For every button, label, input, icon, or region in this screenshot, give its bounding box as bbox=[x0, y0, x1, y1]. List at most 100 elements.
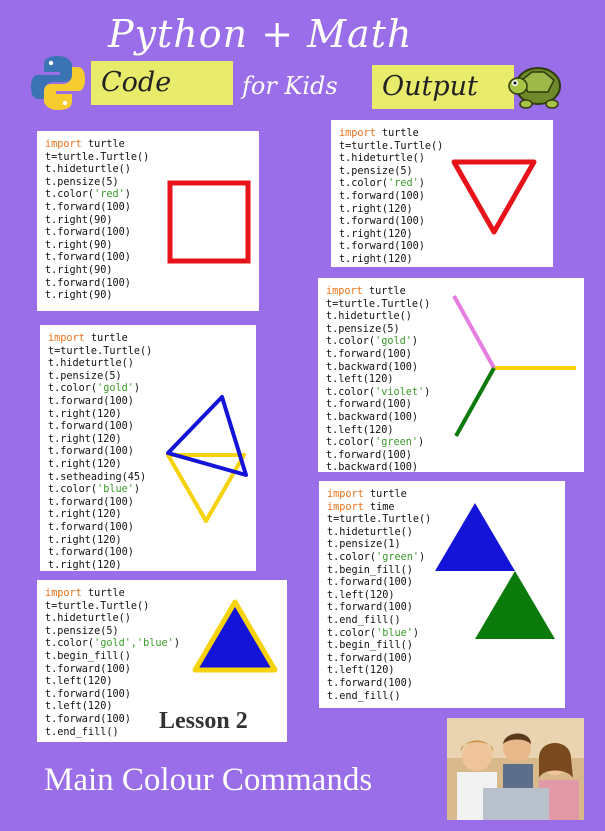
code-panel-red-triangle: import turtle t=turtle.Turtle() t.hidetu… bbox=[331, 120, 553, 267]
code-line: t.left(120) bbox=[327, 665, 395, 677]
code-line: t=turtle.Turtle() bbox=[327, 514, 432, 526]
code-panel-filled: import turtle import time t=turtle.Turtl… bbox=[319, 481, 565, 708]
code-line: t.forward(100) bbox=[48, 496, 134, 508]
code-line: t.right(120) bbox=[48, 559, 122, 571]
filled-triangles-output bbox=[435, 503, 555, 639]
code-string: 'green' bbox=[376, 551, 420, 563]
output-tag: Output bbox=[372, 65, 514, 109]
code-line: import turtle bbox=[326, 286, 406, 297]
code-line: t.pensize(1) bbox=[327, 539, 401, 551]
code-string: 'gold' bbox=[375, 336, 412, 348]
code-panel-three-lines: import turtle t=turtle.Turtle() t.hidetu… bbox=[318, 278, 584, 474]
code-line: t.hideturtle() bbox=[327, 526, 413, 538]
gold-blue-triangles-output bbox=[166, 395, 248, 523]
code-line: t.hideturtle() bbox=[48, 358, 134, 370]
code-line: t=turtle.Turtle() bbox=[45, 151, 150, 163]
code-line: t.end_fill() bbox=[327, 614, 401, 626]
code-line: t.end_fill() bbox=[327, 690, 401, 702]
code-panel-square: import turtle t=turtle.Turtle() t.hidetu… bbox=[37, 131, 259, 311]
code-line: t.end_fill() bbox=[45, 726, 119, 738]
python-logo-icon bbox=[31, 56, 85, 110]
code-line: import time bbox=[327, 501, 395, 513]
code-line: t.forward(100) bbox=[48, 421, 134, 433]
code-line: t.right(90) bbox=[45, 264, 113, 276]
code-line: t.forward(100) bbox=[327, 652, 413, 664]
turtle-icon bbox=[508, 67, 561, 109]
code-line: t.right(90) bbox=[45, 239, 113, 251]
lesson-label: Lesson 2 bbox=[159, 708, 248, 734]
code-line: t.begin_fill() bbox=[45, 650, 131, 662]
code-line: t.hideturtle() bbox=[45, 613, 131, 625]
code-line: t.color('gold','blue') bbox=[45, 638, 180, 650]
code-line: t.setheading(45) bbox=[48, 471, 147, 483]
code-keyword: import bbox=[327, 489, 364, 500]
code-line: t.begin_fill() bbox=[327, 640, 413, 652]
code-line: t.pensize(5) bbox=[326, 323, 400, 335]
gold-blue-filled-triangle-output bbox=[192, 599, 278, 673]
three-lines-output bbox=[452, 295, 576, 437]
code-line: t.backward(100) bbox=[326, 462, 419, 474]
code-line: t.forward(100) bbox=[339, 216, 425, 228]
code-line: t.left(120) bbox=[45, 676, 113, 688]
code-line: t.forward(100) bbox=[48, 446, 134, 458]
code-line: t.right(120) bbox=[48, 534, 122, 546]
code-string: 'red' bbox=[94, 189, 125, 201]
code-line: t.forward(100) bbox=[326, 348, 412, 360]
code-line: t.color('red') bbox=[45, 189, 131, 201]
code-line: t.pensize(5) bbox=[48, 370, 122, 382]
code-line: t.backward(100) bbox=[326, 411, 419, 423]
code-line: t.right(90) bbox=[45, 290, 113, 302]
code-line: t.forward(100) bbox=[48, 395, 134, 407]
code-line: t.left(120) bbox=[326, 424, 394, 436]
code-line: import turtle bbox=[339, 128, 419, 139]
code-line: t.hideturtle() bbox=[45, 164, 131, 176]
code-line: t.pensize(5) bbox=[339, 165, 413, 177]
code-line: t.forward(100) bbox=[45, 277, 131, 289]
code-line: t.pensize(5) bbox=[45, 625, 119, 637]
code-string: 'violet' bbox=[375, 386, 425, 398]
code-line: t.hideturtle() bbox=[326, 311, 412, 323]
code-string: 'green' bbox=[375, 437, 419, 449]
code-line: t.color('blue') bbox=[48, 484, 141, 496]
code-panel-gold-blue: import turtle t=turtle.Turtle() t.hidetu… bbox=[40, 325, 256, 571]
code-line: t=turtle.Turtle() bbox=[45, 600, 150, 612]
code-line: t.right(120) bbox=[48, 433, 122, 445]
code-keyword: import bbox=[327, 501, 364, 513]
code-string: 'gold','blue' bbox=[94, 638, 174, 650]
code-line: t.right(120) bbox=[339, 253, 413, 265]
code-line: t.color('red') bbox=[339, 178, 425, 190]
code-line: t.backward(100) bbox=[326, 361, 419, 373]
code-line: t.forward(100) bbox=[339, 190, 425, 202]
code-line: t.right(120) bbox=[339, 228, 413, 240]
code-line: t.color('gold') bbox=[326, 336, 419, 348]
code-line: t.forward(100) bbox=[339, 241, 425, 253]
code-line: t.forward(100) bbox=[327, 677, 413, 689]
code-tag: Code bbox=[91, 61, 233, 105]
code-line: import turtle bbox=[327, 489, 407, 500]
code-keyword: import bbox=[45, 139, 82, 150]
code-keyword: import bbox=[326, 286, 363, 297]
code-panel-filled-gold: import turtle t=turtle.Turtle() t.hidetu… bbox=[37, 580, 287, 742]
code-line: t.forward(100) bbox=[45, 688, 131, 700]
code-line: t.begin_fill() bbox=[327, 564, 413, 576]
code-line: t.color('gold') bbox=[48, 383, 141, 395]
code-keyword: import bbox=[45, 588, 82, 599]
code-line: t.right(120) bbox=[48, 408, 122, 420]
code-line: t.color('green') bbox=[326, 437, 425, 449]
code-line: t.left(120) bbox=[45, 701, 113, 713]
code-line: t.forward(100) bbox=[45, 201, 131, 213]
code-line: t.right(120) bbox=[339, 203, 413, 215]
code-line: t.forward(100) bbox=[48, 547, 134, 559]
code-line: t.forward(100) bbox=[326, 399, 412, 411]
code-string: 'red' bbox=[388, 178, 419, 190]
code-string: 'blue' bbox=[97, 484, 134, 496]
code-line: t.forward(100) bbox=[45, 227, 131, 239]
code-line: t=turtle.Turtle() bbox=[326, 298, 431, 310]
code-keyword: import bbox=[48, 333, 85, 344]
code-line: t.left(120) bbox=[327, 589, 395, 601]
code-line: import turtle bbox=[45, 588, 125, 599]
kids-photo-image bbox=[447, 718, 584, 820]
code-line: t=turtle.Turtle() bbox=[48, 345, 153, 357]
code-line: t.right(120) bbox=[48, 458, 122, 470]
code-line: t.color('blue') bbox=[327, 627, 420, 639]
